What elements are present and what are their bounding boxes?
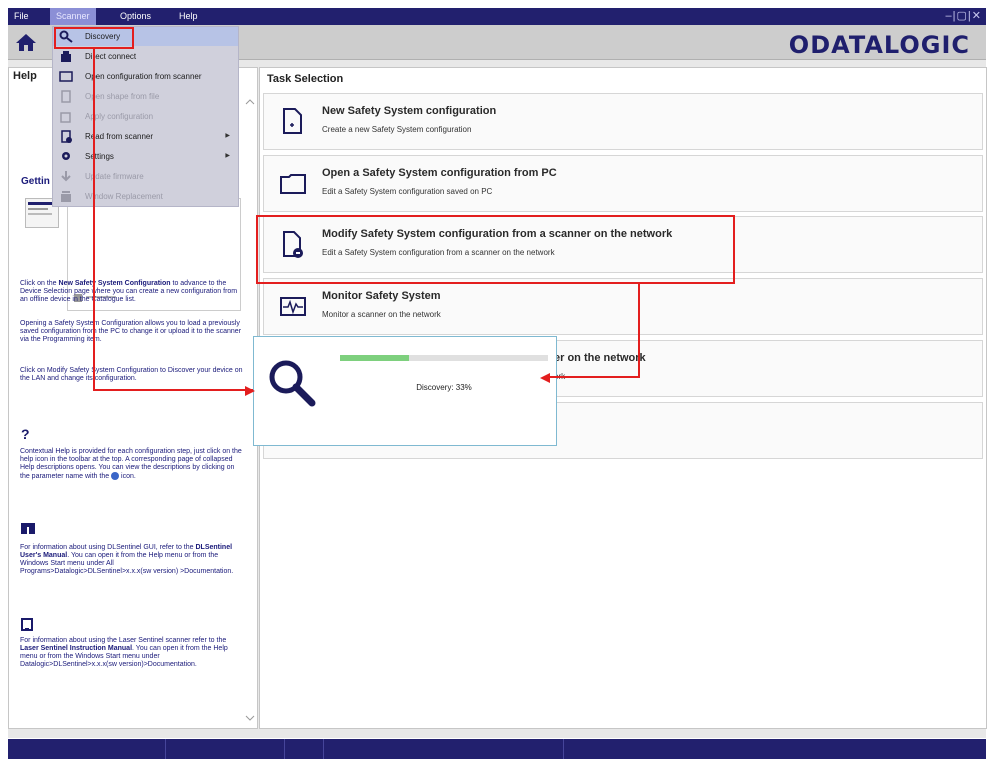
annotation-modify-box bbox=[256, 215, 735, 284]
settings-icon bbox=[59, 150, 73, 163]
home-icon[interactable] bbox=[14, 31, 38, 53]
task-desc: Create a new Safety System configuration bbox=[322, 125, 472, 134]
help-paragraph-1: Click on the New Safety System Configura… bbox=[20, 280, 238, 303]
task-selection-title: Task Selection bbox=[267, 73, 344, 85]
annotation-arrow-left bbox=[538, 371, 550, 389]
book-icon bbox=[21, 523, 35, 534]
window-controls[interactable]: –|▢|✕ bbox=[946, 8, 982, 25]
menu-item-label: Window Replacement bbox=[85, 192, 163, 201]
annotation-line bbox=[93, 49, 95, 390]
datalogic-logo: ODATALOGIC bbox=[788, 31, 970, 59]
new-file-icon bbox=[279, 106, 305, 136]
discovery-status: Discovery: 33% bbox=[416, 383, 472, 392]
help-inline-icon bbox=[111, 472, 120, 480]
discovery-progress-fill bbox=[340, 355, 409, 361]
menu-item-direct-connect[interactable]: Direct connect bbox=[53, 47, 238, 66]
menu-item-label: Settings bbox=[85, 152, 114, 161]
status-separator bbox=[284, 739, 285, 759]
discovery-progress-bar bbox=[340, 355, 548, 361]
folder-icon bbox=[59, 70, 73, 83]
menu-item-open-configuration-from-scanner[interactable]: Open configuration from scanner bbox=[53, 67, 238, 86]
monitor-icon bbox=[279, 291, 306, 321]
submenu-arrow-icon: ▶ bbox=[225, 133, 230, 139]
scanner-menu-dropdown: Discovery Direct connect Open configuratio… bbox=[52, 26, 239, 207]
menu-item-label: Read from scanner bbox=[85, 132, 154, 141]
help-paragraph-6: For information about using the Laser Se… bbox=[20, 637, 228, 668]
status-bar bbox=[8, 739, 986, 759]
task-new-configuration[interactable]: New Safety System configuration Create a… bbox=[263, 93, 983, 150]
status-separator bbox=[323, 739, 324, 759]
connect-icon bbox=[59, 50, 73, 63]
discovery-dialog: Discovery: 33% bbox=[253, 336, 557, 446]
apply-icon bbox=[59, 110, 73, 123]
task-open-from-pc[interactable]: Open a Safety System configuration from … bbox=[263, 155, 983, 212]
read-icon bbox=[59, 130, 73, 143]
annotation-line bbox=[548, 376, 640, 378]
status-separator bbox=[563, 739, 564, 759]
menu-item-update-firmware[interactable]: Update firmware bbox=[53, 167, 238, 186]
task-title: Open a Safety System configuration from … bbox=[322, 167, 557, 179]
menu-item-settings[interactable]: Settings ▶ bbox=[53, 147, 238, 166]
task-title: New Safety System configuration bbox=[322, 105, 497, 117]
help-paragraph-4: Contextual Help is provided for each con… bbox=[20, 448, 242, 480]
menu-item-apply-configuration[interactable]: Apply configuration bbox=[53, 107, 238, 126]
annotation-discovery-box bbox=[54, 27, 134, 49]
task-desc: Monitor a scanner on the network bbox=[322, 310, 441, 319]
annotation-arrow-right bbox=[245, 384, 257, 402]
task-title: er on the network bbox=[554, 352, 646, 364]
task-desc: Edit a Safety System configuration saved… bbox=[322, 187, 493, 196]
help-getting-started: Gettin bbox=[21, 176, 50, 187]
search-icon bbox=[264, 355, 324, 415]
task-title: Monitor Safety System bbox=[322, 290, 441, 302]
firmware-icon bbox=[59, 170, 73, 183]
menu-scanner[interactable]: Scanner bbox=[50, 8, 96, 25]
menu-item-read-from-scanner[interactable]: Read from scanner ▶ bbox=[53, 127, 238, 146]
menu-options[interactable]: Options bbox=[114, 8, 157, 25]
menu-bar: File Scanner Options Help –|▢|✕ bbox=[8, 8, 986, 25]
menu-item-label: Apply configuration bbox=[85, 112, 154, 121]
menu-item-label: Open configuration from scanner bbox=[85, 72, 202, 81]
menu-item-label: Open shape from file bbox=[85, 92, 160, 101]
menu-file[interactable]: File bbox=[8, 8, 35, 25]
help-paragraph-3: Click on Modify Safety System Configurat… bbox=[20, 367, 243, 382]
question-icon: ? bbox=[21, 426, 30, 442]
menu-help[interactable]: Help bbox=[173, 8, 204, 25]
folder-icon bbox=[279, 168, 306, 198]
file-icon bbox=[59, 90, 73, 103]
menu-item-window-replacement[interactable]: Window Replacement bbox=[53, 187, 238, 206]
submenu-arrow-icon: ▶ bbox=[225, 153, 230, 159]
menu-item-open-shape-from-file[interactable]: Open shape from file bbox=[53, 87, 238, 106]
task-monitor[interactable]: Monitor Safety System Monitor a scanner … bbox=[263, 278, 983, 335]
help-paragraph-2: Opening a Safety System Configuration al… bbox=[20, 320, 242, 343]
manual-icon bbox=[21, 618, 33, 631]
help-paragraph-5: For information about using DLSentinel G… bbox=[20, 544, 234, 575]
status-separator bbox=[165, 739, 166, 759]
help-title: Help bbox=[13, 70, 37, 82]
annotation-line bbox=[638, 284, 640, 378]
replace-icon bbox=[59, 190, 73, 203]
annotation-line bbox=[93, 389, 253, 391]
